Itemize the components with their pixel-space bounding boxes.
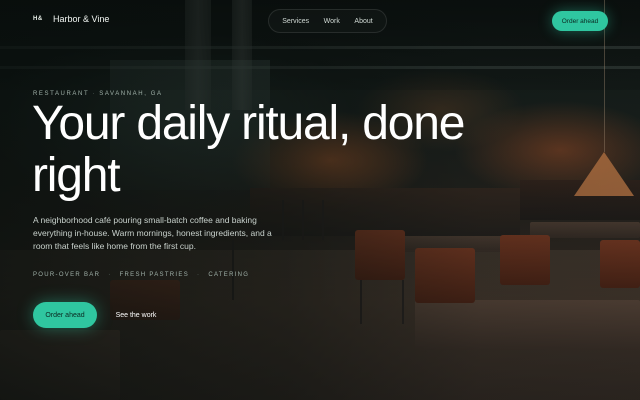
nav-links: Services Work About: [268, 9, 387, 33]
top-nav: H& Harbor & Vine Services Work About Ord…: [0, 0, 640, 42]
nav-link-about[interactable]: About: [354, 18, 372, 25]
nav-link-services[interactable]: Services: [282, 18, 309, 25]
service-tags: Pour-over bar · Fresh pastries · Caterin…: [33, 272, 249, 278]
tag-fresh-pastries: Fresh pastries: [119, 272, 189, 278]
tag-catering: Catering: [208, 272, 250, 278]
brand-logo-icon: H&: [33, 16, 43, 22]
tag-separator: ·: [197, 272, 201, 278]
tag-separator: ·: [108, 272, 112, 278]
tag-pour-over-bar: Pour-over bar: [33, 272, 101, 278]
order-ahead-nav-button[interactable]: Order ahead: [552, 11, 608, 31]
see-the-work-link[interactable]: See the work: [108, 302, 164, 328]
hero-description: A neighborhood café pouring small-batch …: [33, 215, 272, 251]
order-ahead-button[interactable]: Order ahead: [33, 302, 97, 328]
brand-name: Harbor & Vine: [53, 14, 110, 24]
nav-link-work[interactable]: Work: [324, 18, 340, 25]
brand[interactable]: H& Harbor & Vine: [33, 14, 109, 24]
hero-headline: Your daily ritual, done right: [32, 97, 465, 202]
